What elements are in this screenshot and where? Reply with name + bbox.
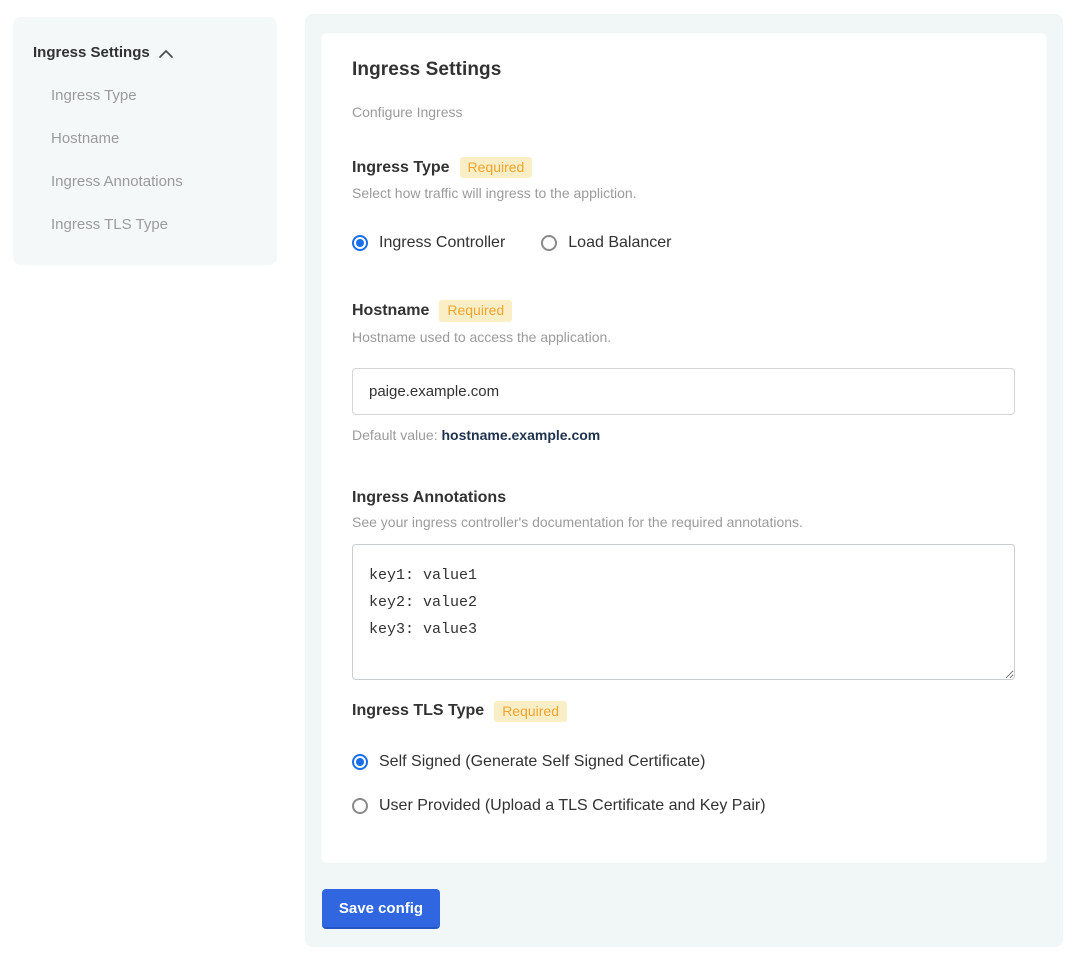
radio-selected-icon[interactable] bbox=[352, 754, 368, 770]
section-heading-ingress-type: Ingress Type Required bbox=[352, 157, 1016, 178]
sidebar-item-ingress-type[interactable]: Ingress Type bbox=[51, 87, 257, 104]
sidebar-item-list: Ingress Type Hostname Ingress Annotation… bbox=[51, 87, 257, 233]
page-title: Ingress Settings bbox=[352, 59, 1016, 81]
ingress-annotations-help-text: See your ingress controller's documentat… bbox=[352, 514, 1016, 530]
section-ingress-type: Ingress Type Required Select how traffic… bbox=[352, 157, 1016, 252]
radio-label: Self Signed (Generate Self Signed Certif… bbox=[379, 753, 705, 771]
ingress-annotations-textarea[interactable]: key1: value1 key2: value2 key3: value3 bbox=[352, 544, 1015, 680]
default-value-label: Default value: bbox=[352, 427, 442, 443]
save-config-button[interactable]: Save config bbox=[322, 889, 440, 929]
default-value-text: hostname.example.com bbox=[442, 427, 601, 443]
radio-user-provided[interactable]: User Provided (Upload a TLS Certificate … bbox=[352, 797, 1016, 815]
radio-ingress-controller[interactable]: Ingress Controller bbox=[352, 234, 505, 252]
page-subtitle: Configure Ingress bbox=[352, 104, 1016, 120]
required-badge: Required bbox=[494, 701, 567, 722]
section-heading-ingress-tls-type: Ingress TLS Type Required bbox=[352, 701, 1016, 722]
ingress-type-label: Ingress Type bbox=[352, 159, 450, 177]
section-heading-ingress-annotations: Ingress Annotations bbox=[352, 489, 1016, 507]
sidebar-group-ingress-settings[interactable]: Ingress Settings bbox=[33, 44, 257, 61]
ingress-type-radio-group: Ingress Controller Load Balancer bbox=[352, 234, 1016, 252]
chevron-up-icon bbox=[159, 49, 173, 58]
radio-label: Ingress Controller bbox=[379, 234, 505, 252]
sidebar-item-ingress-annotations[interactable]: Ingress Annotations bbox=[51, 173, 257, 190]
radio-self-signed[interactable]: Self Signed (Generate Self Signed Certif… bbox=[352, 753, 1016, 771]
section-ingress-tls-type: Ingress TLS Type Required Self Signed (G… bbox=[352, 701, 1016, 815]
sidebar-item-ingress-tls-type[interactable]: Ingress TLS Type bbox=[51, 216, 257, 233]
hostname-help-text: Hostname used to access the application. bbox=[352, 329, 1016, 345]
ingress-settings-card: Ingress Settings Configure Ingress Ingre… bbox=[321, 33, 1047, 863]
radio-label: Load Balancer bbox=[568, 234, 671, 252]
section-hostname: Hostname Required Hostname used to acces… bbox=[352, 300, 1016, 442]
required-badge: Required bbox=[460, 157, 533, 178]
radio-load-balancer[interactable]: Load Balancer bbox=[541, 234, 671, 252]
sidebar-item-hostname[interactable]: Hostname bbox=[51, 130, 257, 147]
config-sidebar: Ingress Settings Ingress Type Hostname I… bbox=[13, 17, 277, 265]
hostname-input[interactable] bbox=[352, 368, 1015, 415]
sidebar-group-label: Ingress Settings bbox=[33, 44, 150, 61]
section-ingress-annotations: Ingress Annotations See your ingress con… bbox=[352, 489, 1016, 680]
ingress-annotations-label: Ingress Annotations bbox=[352, 489, 506, 507]
section-heading-hostname: Hostname Required bbox=[352, 300, 1016, 321]
ingress-type-help-text: Select how traffic will ingress to the a… bbox=[352, 185, 1016, 201]
hostname-default-line: Default value: hostname.example.com bbox=[352, 427, 1016, 443]
radio-unselected-icon[interactable] bbox=[541, 235, 557, 251]
radio-label: User Provided (Upload a TLS Certificate … bbox=[379, 797, 766, 815]
radio-unselected-icon[interactable] bbox=[352, 798, 368, 814]
hostname-label: Hostname bbox=[352, 302, 429, 320]
ingress-tls-type-label: Ingress TLS Type bbox=[352, 702, 484, 720]
ingress-tls-radio-group: Self Signed (Generate Self Signed Certif… bbox=[352, 753, 1016, 815]
radio-selected-icon[interactable] bbox=[352, 235, 368, 251]
required-badge: Required bbox=[439, 300, 512, 321]
config-panel: Ingress Settings Configure Ingress Ingre… bbox=[305, 14, 1063, 947]
